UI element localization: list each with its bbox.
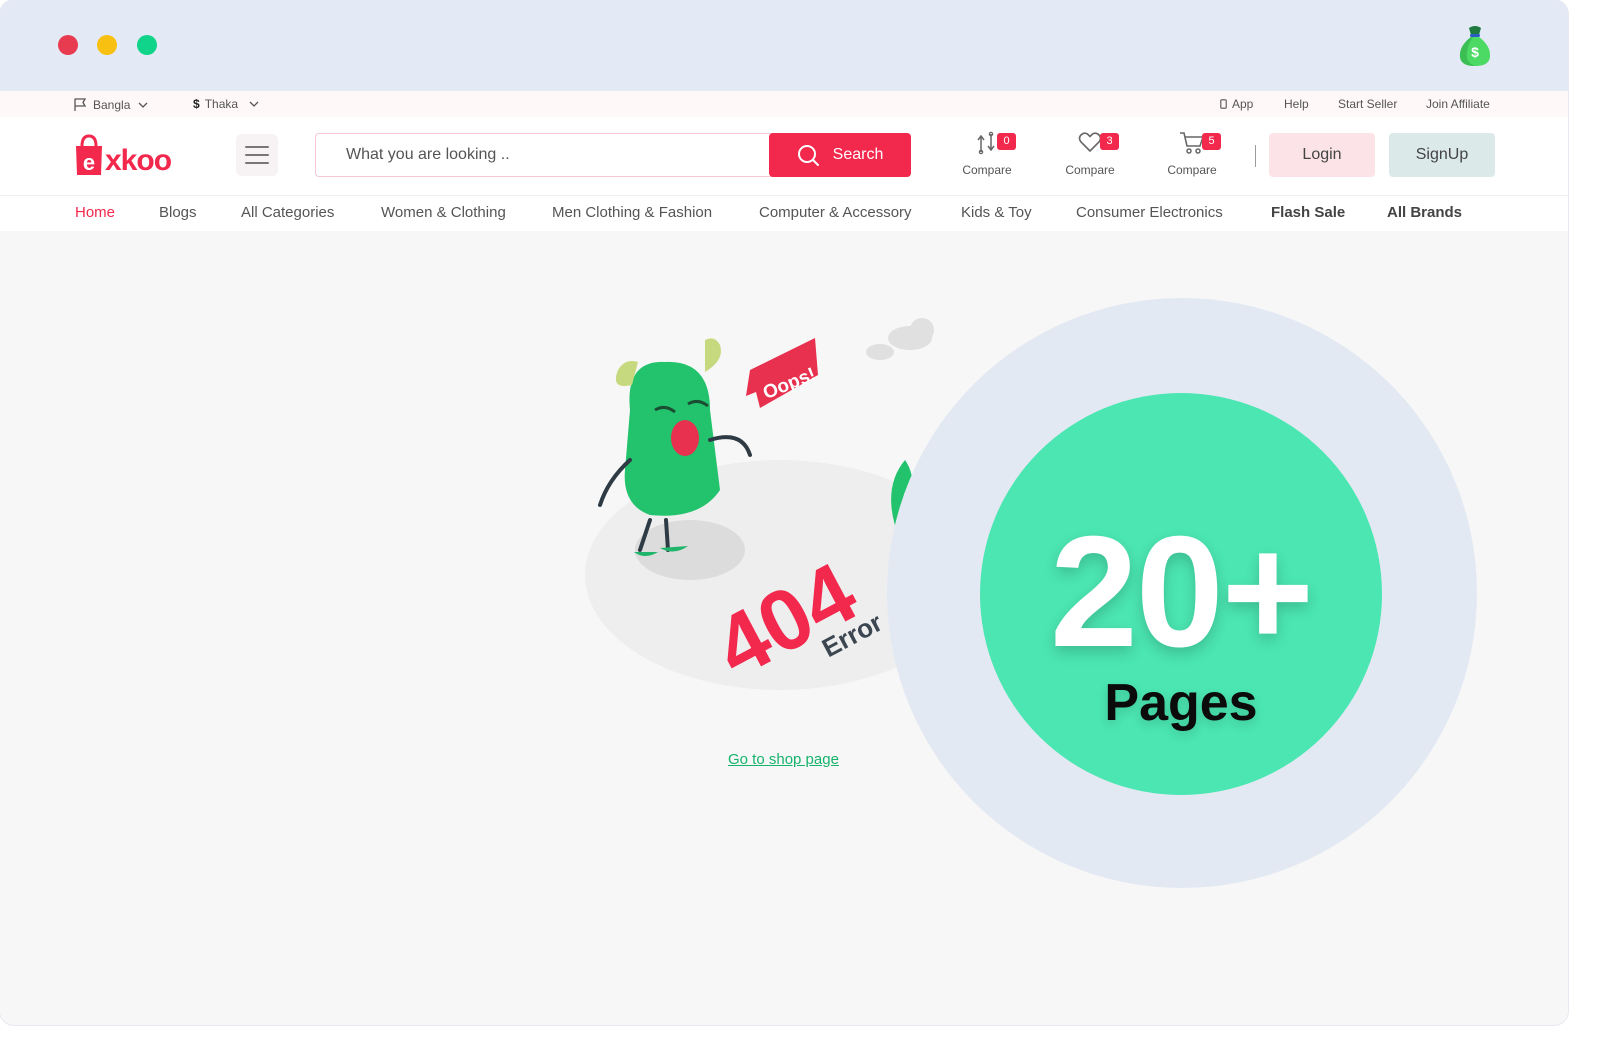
shopping-bag-logo-icon: e [76, 134, 102, 175]
nav-kids-toy[interactable]: Kids & Toy [961, 204, 1032, 221]
nav-flash-sale[interactable]: Flash Sale [1271, 204, 1345, 221]
minimize-window-button[interactable] [97, 35, 117, 55]
chevron-down-icon [138, 102, 148, 108]
app-link[interactable]: App [1220, 97, 1253, 111]
speech-bubble: Oops! [746, 338, 819, 408]
join-affiliate-label: Join Affiliate [1426, 97, 1490, 111]
nav-consumer-electronics[interactable]: Consumer Electronics [1076, 204, 1223, 221]
site-header: e xkoo Search 0 [0, 117, 1568, 195]
maximize-window-button[interactable] [137, 35, 157, 55]
close-window-button[interactable] [58, 35, 78, 55]
nav-all-categories[interactable]: All Categories [241, 204, 334, 221]
header-divider [1255, 145, 1256, 167]
signup-button[interactable]: SignUp [1389, 133, 1495, 177]
heart-icon [1078, 132, 1102, 153]
site-logo[interactable]: e xkoo [74, 134, 172, 177]
search-button-label: Search [832, 146, 884, 163]
help-link[interactable]: Help [1284, 97, 1309, 111]
wishlist-label: Compare [1065, 163, 1115, 177]
compare-icon [977, 131, 995, 155]
promo-pages-label: Pages [1104, 674, 1258, 732]
help-link-label: Help [1284, 97, 1309, 111]
currency-symbol: $ [193, 97, 200, 111]
search-input[interactable] [316, 134, 771, 176]
compare-label: Compare [962, 163, 1012, 177]
menu-line [245, 146, 269, 148]
cart-count-badge: 5 [1202, 133, 1221, 150]
main-navigation: Home Blogs All Categories Women & Clothi… [0, 195, 1568, 231]
svg-text:e: e [83, 150, 95, 175]
app-link-label: App [1232, 97, 1254, 111]
flag-icon [74, 98, 87, 111]
login-button[interactable]: Login [1269, 133, 1375, 177]
chevron-down-icon [249, 101, 259, 107]
cart-button[interactable]: 5 Compare [1157, 131, 1227, 177]
compare-count-badge: 0 [997, 133, 1016, 150]
logo-text: xkoo [105, 144, 172, 177]
nav-women-clothing[interactable]: Women & Clothing [381, 204, 506, 221]
go-to-shop-link[interactable]: Go to shop page [728, 751, 839, 768]
search-bar: Search [315, 133, 911, 177]
wishlist-button[interactable]: 3 Compare [1055, 131, 1125, 177]
promo-page-count: 20+ [1049, 504, 1314, 680]
language-label: Bangla [93, 97, 131, 112]
search-button[interactable]: Search [769, 133, 911, 177]
wishlist-count-badge: 3 [1100, 133, 1119, 150]
currency-label: Thaka [204, 97, 239, 111]
hamburger-menu-button[interactable] [236, 134, 278, 176]
nav-all-brands[interactable]: All Brands [1387, 204, 1462, 221]
menu-line [245, 162, 269, 164]
compare-button[interactable]: 0 Compare [952, 131, 1022, 177]
cart-label: Compare [1167, 163, 1217, 177]
start-seller-link[interactable]: Start Seller [1338, 97, 1397, 111]
money-bag-icon: $ [1459, 26, 1491, 66]
top-utility-bar: Bangla $ Thaka App Help Start Seller Joi… [0, 91, 1568, 117]
nav-blogs[interactable]: Blogs [159, 204, 197, 221]
clouds-icon [866, 318, 934, 360]
monster-shadow [635, 520, 745, 580]
browser-window: $ Bangla $ Thaka App Help Start Seller J… [0, 0, 1568, 1025]
svg-text:$: $ [1471, 44, 1479, 60]
join-affiliate-link[interactable]: Join Affiliate [1426, 97, 1490, 111]
currency-selector[interactable]: $ Thaka [193, 97, 259, 111]
nav-computer-accessory[interactable]: Computer & Accessory [759, 204, 912, 221]
search-icon [797, 145, 819, 166]
language-selector[interactable]: Bangla [73, 97, 148, 112]
start-seller-label: Start Seller [1338, 97, 1398, 111]
nav-home[interactable]: Home [75, 204, 115, 221]
menu-line [245, 154, 269, 156]
nav-men-clothing-fashion[interactable]: Men Clothing & Fashion [552, 204, 712, 221]
title-bar: $ [0, 0, 1568, 91]
mobile-icon [1220, 99, 1227, 109]
